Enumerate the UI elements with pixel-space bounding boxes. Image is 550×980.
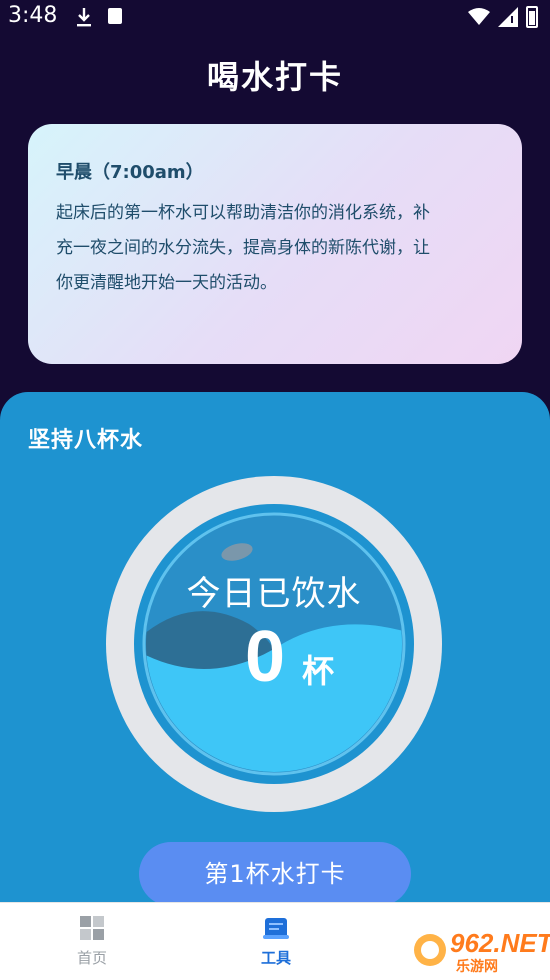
cups-unit: 杯: [302, 652, 335, 690]
page-title: 喝水打卡: [206, 58, 343, 96]
tip-line: 起床后的第一杯水可以帮助清洁你的消化系统，补: [56, 203, 430, 223]
battery-icon: [526, 6, 538, 28]
home-grid-icon: [80, 916, 104, 940]
status-time: 3:48: [8, 3, 58, 28]
watermark-sub: 乐游网: [456, 959, 498, 975]
panel-title: 坚持八杯水: [28, 428, 144, 453]
wifi-icon: [468, 8, 490, 25]
gauge-label: 今日已饮水: [186, 574, 362, 614]
nav-label-tools: 工具: [260, 949, 291, 967]
nav-label-home: 首页: [76, 949, 107, 967]
status-bar: 3:48: [0, 0, 550, 36]
nav-item-home[interactable]: 首页: [52, 915, 132, 968]
cellular-signal-icon: [498, 7, 518, 27]
status-indicators: [468, 6, 538, 28]
bottom-nav: 首页 工具 962.NET 乐游网: [0, 902, 550, 980]
nav-item-tools[interactable]: 工具: [236, 915, 316, 968]
tip-line: 你更清醒地开始一天的活动。: [56, 273, 277, 293]
tip-body: 起床后的第一杯水可以帮助清洁你的消化系统，补 充一夜之间的水分流失，提高身体的新…: [56, 196, 494, 301]
drink-tip-card: 早晨（7:00am） 起床后的第一杯水可以帮助清洁你的消化系统，补 充一夜之间的…: [28, 124, 522, 364]
tip-line: 充一夜之间的水分流失，提高身体的新陈代谢，让: [56, 238, 430, 258]
cups-count: 0: [245, 617, 286, 697]
site-watermark: 962.NET 乐游网: [412, 928, 550, 975]
download-icon: [77, 8, 91, 27]
tools-icon: [263, 918, 289, 939]
tip-title: 早晨（7:00am）: [56, 162, 204, 183]
checkin-button[interactable]: 第1杯水打卡: [139, 842, 411, 906]
watermark-logo-icon: [414, 934, 446, 966]
water-gauge: 今日已饮水 0 杯: [104, 474, 444, 814]
sim-card-icon: [108, 8, 122, 24]
watermark-brand: 962.NET: [450, 928, 550, 958]
water-panel: 坚持八杯水 今日已饮水 0 杯 第1杯水打卡: [0, 392, 550, 932]
